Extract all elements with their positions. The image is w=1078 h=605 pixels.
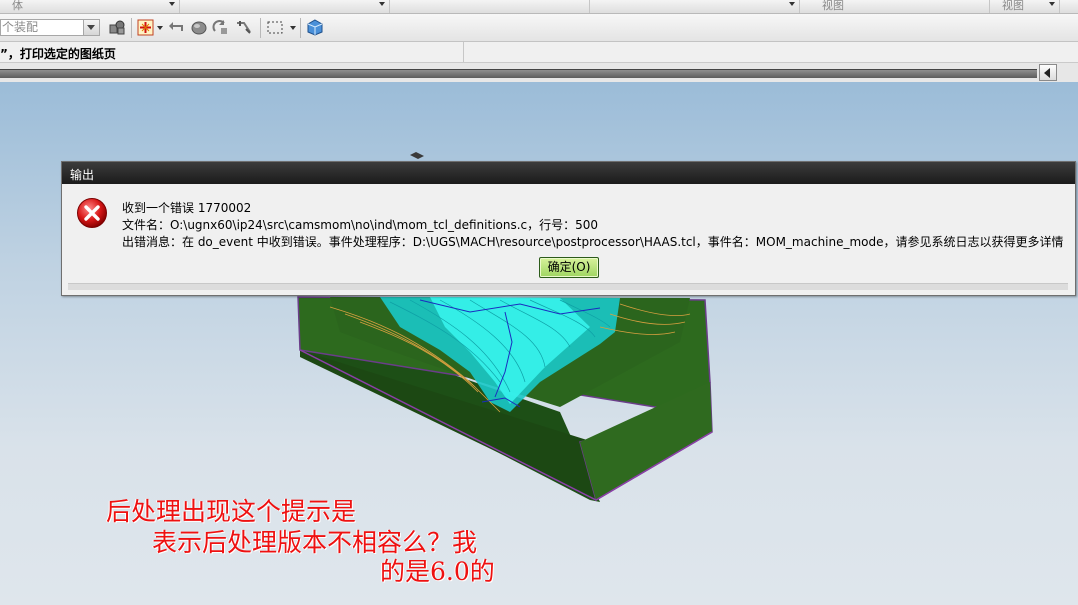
- assembly-combo[interactable]: 个装配: [0, 19, 100, 36]
- view-cube-icon[interactable]: [306, 19, 324, 36]
- dialog-footer: [68, 283, 1068, 290]
- menu-segment[interactable]: [590, 0, 800, 13]
- dialog-titlebar[interactable]: 输出: [62, 162, 1075, 184]
- shade-icon[interactable]: [190, 19, 208, 36]
- menu-segment-label: 视图: [822, 0, 844, 12]
- menu-segment-label: 视图: [1002, 0, 1024, 12]
- assembly-navigator-icon[interactable]: [108, 19, 126, 36]
- menu-segment-label: 体: [12, 0, 23, 12]
- menu-segment[interactable]: [390, 0, 590, 13]
- toolbar-separator: [260, 18, 261, 38]
- annotation-line-3: 的是6.0的: [380, 557, 495, 586]
- menu-segment[interactable]: [180, 0, 390, 13]
- chevron-down-icon[interactable]: [379, 2, 385, 6]
- cue-line-divider: [463, 42, 464, 62]
- toolbar-separator: [300, 18, 301, 38]
- error-code-text: 收到一个错误 1770002: [122, 201, 252, 215]
- chevron-down-icon[interactable]: [789, 2, 795, 6]
- error-icon: [77, 198, 107, 228]
- chevron-down-icon[interactable]: [157, 26, 163, 30]
- pan-icon[interactable]: [235, 19, 253, 36]
- toolbar-separator: [131, 18, 132, 38]
- menu-segment-view[interactable]: 视图: [990, 0, 1060, 13]
- chevron-down-icon[interactable]: [83, 20, 99, 35]
- menu-segment-view[interactable]: 视图: [800, 0, 990, 13]
- chevron-down-icon[interactable]: [1049, 2, 1055, 6]
- cue-line: ”，打印选定的图纸页: [0, 42, 1078, 63]
- chevron-down-icon[interactable]: [290, 26, 296, 30]
- snap-point-icon[interactable]: [137, 19, 155, 36]
- error-file-text: 文件名：O:\ugnx60\ip24\src\camsmom\no\ind\mo…: [122, 218, 599, 232]
- menu-strip: 体 视图 视图: [0, 0, 1078, 14]
- cue-line-text: ”，打印选定的图纸页: [0, 47, 116, 61]
- box-select-icon[interactable]: [266, 19, 284, 36]
- collapse-arrow-icon[interactable]: [1039, 64, 1057, 81]
- chevron-down-icon[interactable]: [169, 2, 175, 6]
- assembly-combo-value: 个装配: [2, 20, 39, 34]
- dialog-title: 输出: [70, 168, 95, 182]
- rotate-icon[interactable]: [212, 19, 230, 36]
- menu-segment[interactable]: 体: [0, 0, 180, 13]
- message-dialog: 输出 收到一个错误 1770002 文件名：O:\ugnx60\ip24\src…: [61, 161, 1076, 296]
- error-message-text: 出错消息：在 do_event 中收到错误。事件处理程序：D:\UGS\MACH…: [122, 235, 1064, 249]
- undo-arrow-icon[interactable]: [168, 19, 186, 36]
- toolbar: 个装配: [0, 14, 1078, 42]
- resource-bar-track[interactable]: [0, 69, 1037, 78]
- ok-button[interactable]: 确定(O): [539, 257, 599, 278]
- resource-bar-strip: [0, 63, 1078, 82]
